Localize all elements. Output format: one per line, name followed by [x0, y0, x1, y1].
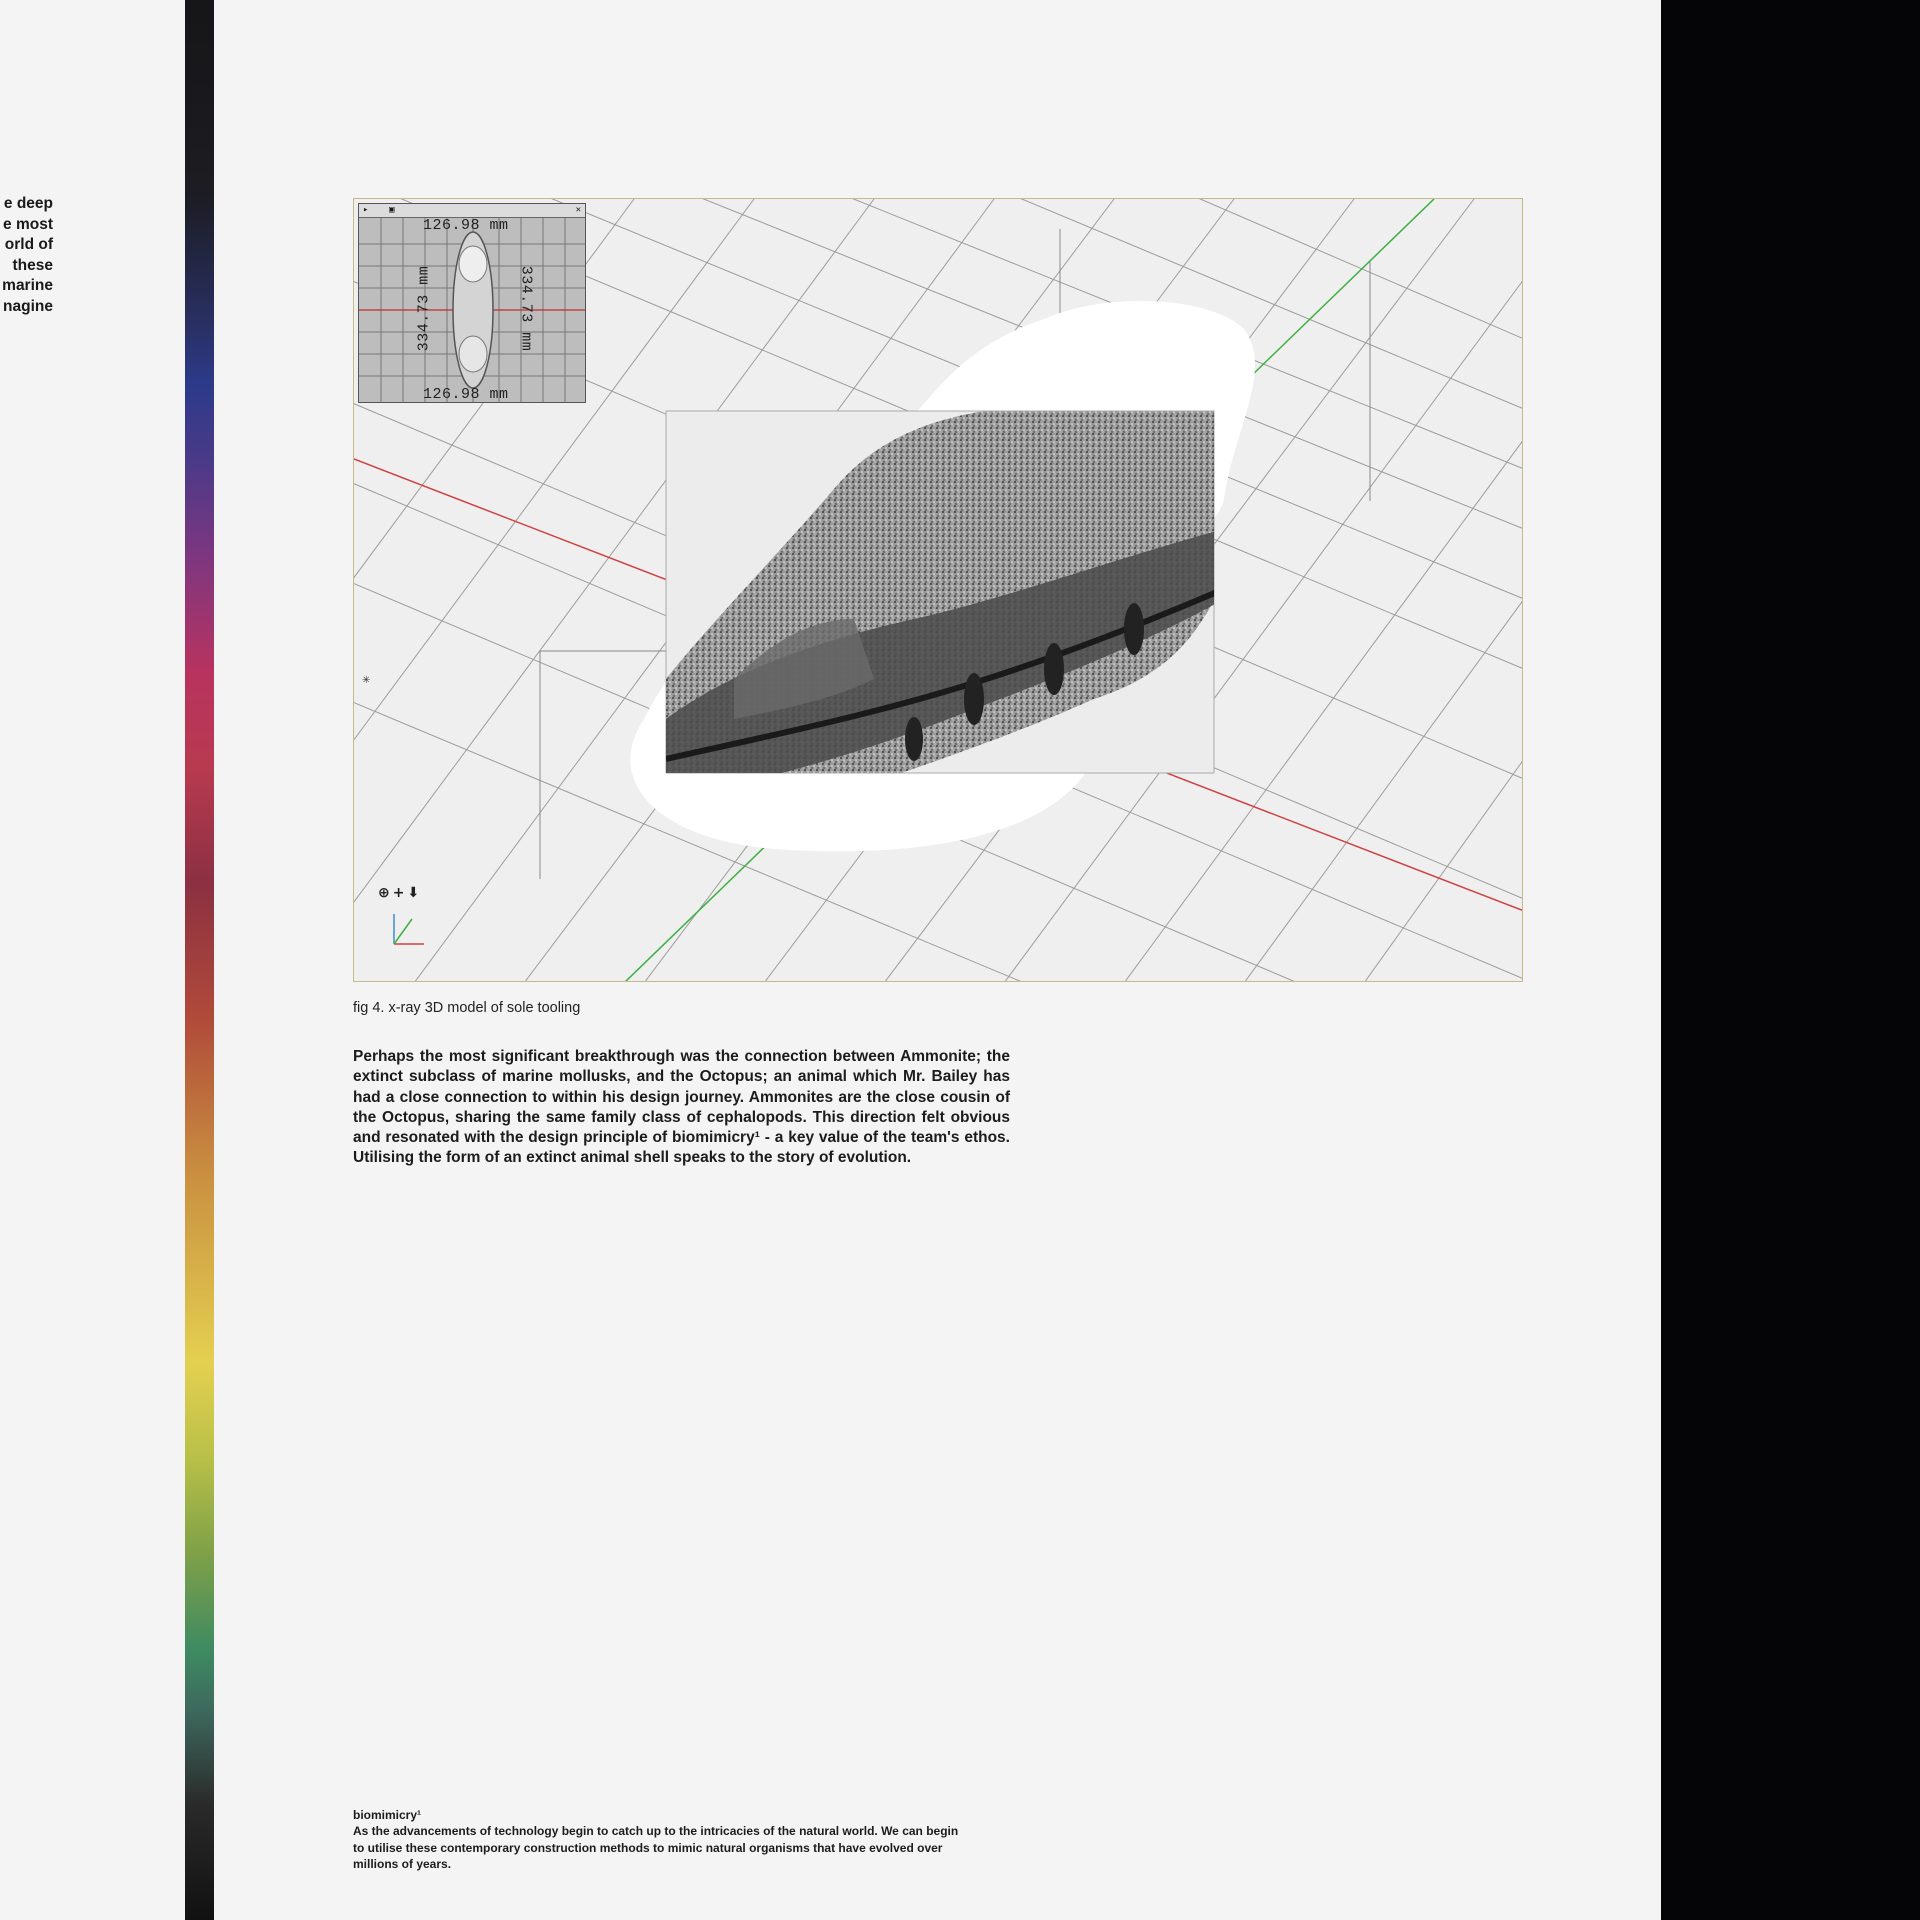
axis-gizmo: [393, 914, 424, 945]
mini-dim-bottom: 126.98 mm: [423, 386, 509, 403]
right-dark-panel: [1661, 0, 1920, 1920]
spectrum-bar: [185, 0, 214, 1920]
left-text-line: orld of: [4, 236, 53, 253]
left-page: e deep e most orld of these marine nagin…: [0, 0, 185, 1920]
left-text-line: marine: [2, 277, 53, 294]
left-text-line: nagine: [3, 297, 53, 315]
left-text-line: e most: [3, 215, 53, 233]
footnote-text: As the advancements of technology begin …: [353, 1824, 959, 1871]
left-text-line: e deep: [3, 195, 53, 212]
body-paragraph: Perhaps the most significant breakthroug…: [353, 1048, 1010, 1167]
figure-3d-viewport: ✳ ▸ ▣ ✕ 126.98 mm 126.98 mm 334.73 mm 33…: [353, 198, 1523, 982]
mini-viewport[interactable]: ▸ ▣ ✕ 126.98 mm 126.98 mm 334.73 mm 334.…: [358, 203, 586, 403]
mini-dim-top: 126.98 mm: [423, 217, 509, 234]
footnote: biomimicry¹ As the advancements of techn…: [353, 1807, 963, 1872]
left-text-line: these: [12, 256, 54, 274]
figure-caption: fig 4. x-ray 3D model of sole tooling: [353, 1000, 581, 1016]
axis-controls[interactable]: ⊕+⬇: [378, 885, 422, 901]
left-page-text: e deep e most orld of these marine nagin…: [0, 194, 53, 317]
footnote-title: biomimicry¹: [353, 1808, 422, 1822]
mini-dim-left: 334.73 mm: [415, 265, 433, 352]
mini-dim-right: 334.73 mm: [517, 265, 535, 352]
viewport-marker: ✳: [362, 675, 370, 686]
